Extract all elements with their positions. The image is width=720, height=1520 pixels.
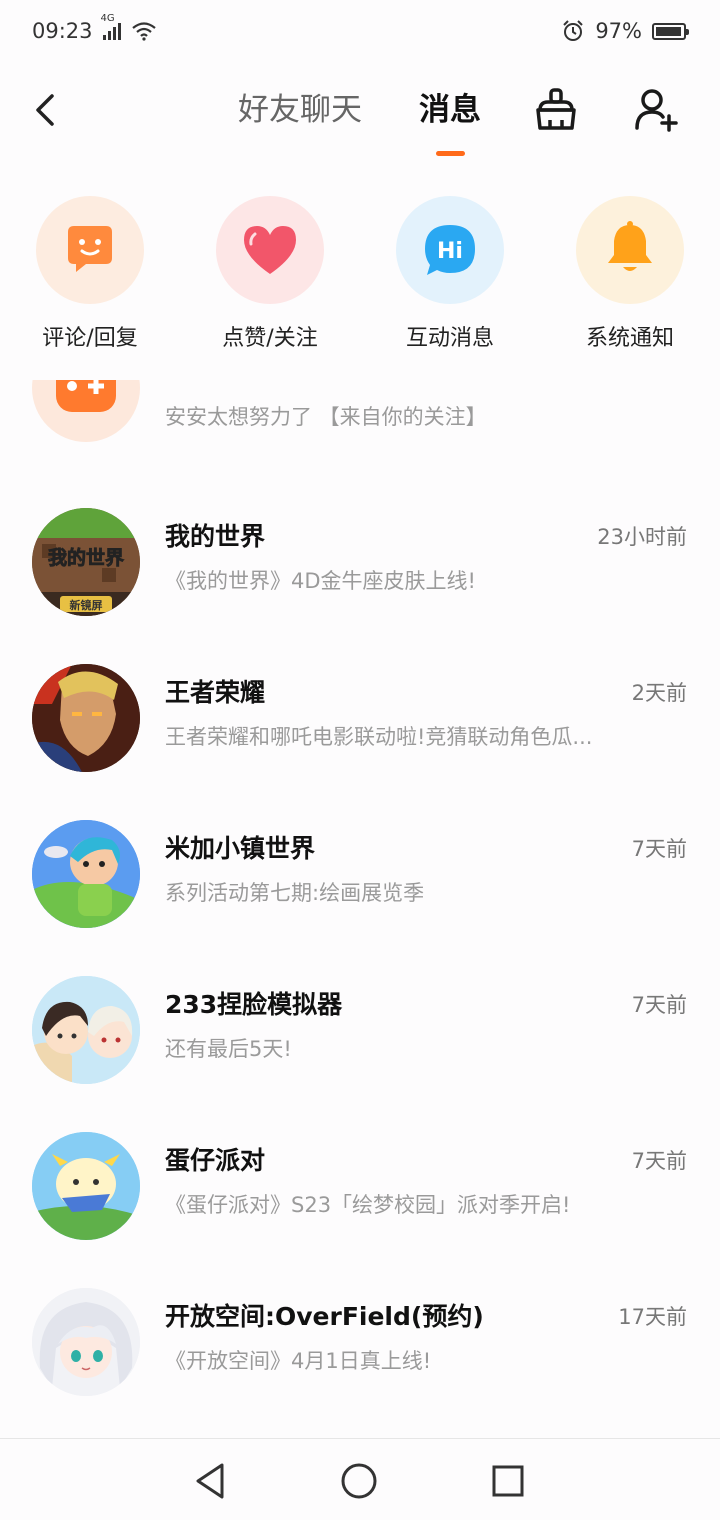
status-left: 09:23 4G xyxy=(32,13,157,43)
list-item[interactable]: 安安太想努力了 【来自你的关注】 xyxy=(0,380,720,466)
category-label: 点赞/关注 xyxy=(222,326,318,351)
category-icon-bg: Hi xyxy=(396,196,504,304)
minecraft-avatar: 我的世界 新镜屏 xyxy=(32,508,140,616)
category-label: 互动消息 xyxy=(405,326,494,351)
mika-town-avatar xyxy=(32,820,140,928)
svg-text:Hi: Hi xyxy=(437,239,463,264)
message-time: 7天前 xyxy=(631,993,687,1017)
avatar xyxy=(32,976,140,1084)
hi-bubble-icon: Hi xyxy=(425,225,475,275)
message-preview: 王者荣耀和哪吒电影联动啦!竞猜联动角色瓜... xyxy=(165,725,593,749)
honor-of-kings-avatar xyxy=(32,664,140,772)
avatar xyxy=(32,664,140,772)
avatar xyxy=(32,1288,140,1396)
list-item[interactable]: 我的世界 新镜屏 我的世界 23小时前 《我的世界》4D金牛座皮肤上线! xyxy=(0,500,720,656)
category-interactions[interactable]: Hi 互动消息 xyxy=(360,196,540,354)
message-time: 17天前 xyxy=(618,1305,687,1329)
bell-icon xyxy=(608,221,652,271)
list-item[interactable]: 开放空间:OverField(预约) 17天前 《开放空间》4月1日真上线! xyxy=(0,1280,720,1436)
overfield-avatar xyxy=(32,1288,140,1396)
message-title: 开放空间:OverField(预约) xyxy=(165,1302,484,1331)
clean-messages-button[interactable] xyxy=(532,86,580,134)
avatar-logo-text: 我的世界 xyxy=(48,546,124,569)
status-right: 97% xyxy=(561,19,689,43)
message-preview: 安安太想努力了 【来自你的关注】 xyxy=(165,405,487,429)
back-button[interactable] xyxy=(30,90,66,130)
message-list: 安安太想努力了 【来自你的关注】 我的世界 新镜屏 我的世界 23小时前 《我的… xyxy=(0,380,720,1438)
nav-recents-button[interactable] xyxy=(486,1459,530,1503)
battery-percent: 97% xyxy=(595,19,642,43)
message-title: 233捏脸模拟器 xyxy=(165,990,343,1019)
heart-icon xyxy=(244,226,296,274)
message-preview: 《我的世界》4D金牛座皮肤上线! xyxy=(165,569,476,593)
smile-chat-icon xyxy=(68,226,112,272)
network-type: 4G xyxy=(100,13,115,24)
add-user-icon xyxy=(635,89,678,132)
system-nav-bar xyxy=(0,1438,720,1520)
avatar xyxy=(32,820,140,928)
triangle-back-icon xyxy=(196,1463,224,1499)
wifi-icon xyxy=(131,22,156,41)
circle-home-icon xyxy=(341,1463,377,1499)
header: 好友聊天 消息 xyxy=(0,62,720,162)
category-system-notice[interactable]: 系统通知 xyxy=(540,196,720,354)
alarm-icon xyxy=(563,20,584,41)
category-icon-bg xyxy=(216,196,324,304)
chevron-left-icon xyxy=(36,94,54,126)
gamepad-icon xyxy=(56,380,116,412)
category-label: 系统通知 xyxy=(585,326,674,351)
nav-back-button[interactable] xyxy=(188,1459,232,1503)
avatar-badge-text: 新镜屏 xyxy=(70,598,103,612)
battery-icon xyxy=(652,22,689,40)
category-comments-replies[interactable]: 评论/回复 xyxy=(0,196,180,354)
list-item[interactable]: 蛋仔派对 7天前 《蛋仔派对》S23「绘梦校园」派对季开启! xyxy=(0,1124,720,1280)
list-item[interactable]: 王者荣耀 2天前 王者荣耀和哪吒电影联动啦!竞猜联动角色瓜... xyxy=(0,656,720,812)
message-preview: 系列活动第七期:绘画展览季 xyxy=(165,881,425,905)
message-title: 我的世界 xyxy=(165,522,266,551)
message-time: 7天前 xyxy=(631,837,687,861)
eggy-party-avatar xyxy=(32,1132,140,1240)
active-tab-indicator xyxy=(436,151,465,156)
cell-signal-icon: 4G xyxy=(101,13,121,40)
status-bar: 09:23 4G 97% xyxy=(0,0,720,62)
message-title: 王者荣耀 xyxy=(165,678,266,707)
avatar: 我的世界 新镜屏 xyxy=(32,508,140,616)
message-preview: 《蛋仔派对》S23「绘梦校园」派对季开启! xyxy=(165,1193,571,1217)
category-likes-follows[interactable]: 点赞/关注 xyxy=(180,196,360,354)
category-icon-bg xyxy=(576,196,684,304)
message-preview: 还有最后5天! xyxy=(165,1037,292,1061)
category-icon-bg xyxy=(36,196,144,304)
nav-home-button[interactable] xyxy=(337,1459,381,1503)
list-item[interactable]: 米加小镇世界 7天前 系列活动第七期:绘画展览季 xyxy=(0,812,720,968)
message-time: 7天前 xyxy=(631,1149,687,1173)
message-categories: 评论/回复 点赞/关注 Hi 互动消息 系统通知 xyxy=(0,196,720,366)
face-maker-avatar xyxy=(32,976,140,1084)
tab-messages[interactable]: 消息 xyxy=(419,90,481,130)
square-recents-icon xyxy=(492,1465,524,1497)
status-time: 09:23 xyxy=(32,19,93,43)
add-friend-button[interactable] xyxy=(632,86,680,134)
avatar xyxy=(32,1132,140,1240)
tab-friends-chat[interactable]: 好友聊天 xyxy=(238,90,362,130)
message-time: 23小时前 xyxy=(597,525,687,549)
category-label: 评论/回复 xyxy=(42,326,138,351)
list-item[interactable]: 233捏脸模拟器 7天前 还有最后5天! xyxy=(0,968,720,1124)
message-time: 2天前 xyxy=(631,681,687,705)
message-title: 米加小镇世界 xyxy=(165,834,316,863)
message-title: 蛋仔派对 xyxy=(165,1146,266,1175)
avatar xyxy=(32,380,140,442)
broom-icon xyxy=(536,88,576,130)
message-preview: 《开放空间》4月1日真上线! xyxy=(165,1349,432,1373)
